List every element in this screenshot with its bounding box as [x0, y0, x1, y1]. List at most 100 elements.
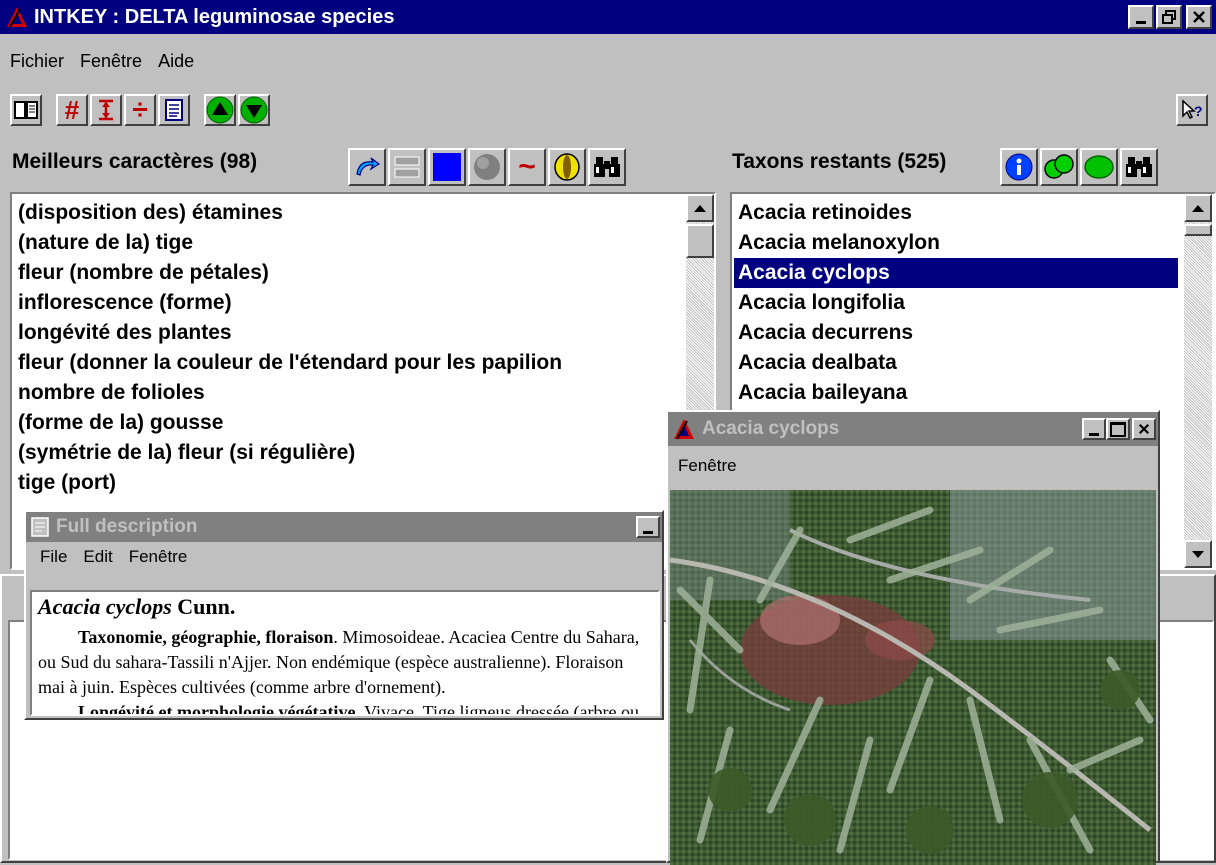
character-item[interactable]: longévité des plantes [14, 318, 684, 348]
description-menubar: File Edit Fenêtre [26, 542, 662, 572]
equals-button[interactable] [388, 148, 426, 186]
description-paragraph: Taxonomie, géographie, floraison. Mimoso… [38, 625, 652, 700]
menu-fenetre[interactable]: Fenêtre [678, 456, 737, 476]
menu-file[interactable]: File [40, 547, 67, 567]
character-item[interactable]: (disposition des) étamines [14, 198, 684, 228]
menu-fenetre[interactable]: Fenêtre [80, 51, 142, 72]
image-close-button[interactable] [1132, 418, 1156, 440]
square-button[interactable] [428, 148, 466, 186]
ellipse-button[interactable] [548, 148, 586, 186]
delta-logo-icon [674, 419, 694, 440]
document-button[interactable] [158, 94, 190, 126]
main-menubar: Fichier Fenêtre Aide [10, 48, 210, 74]
close-icon [1138, 423, 1150, 435]
menu-aide[interactable]: Aide [158, 51, 194, 72]
help-pointer-icon: ? [1182, 99, 1203, 120]
image-window: Acacia cyclops Fenêtre [666, 410, 1160, 865]
paragraph-label: Longévité et morphologie végétative [78, 702, 356, 716]
scroll-up-button[interactable] [686, 194, 714, 222]
maximize-icon [1110, 421, 1126, 437]
scroll-thumb[interactable] [686, 224, 714, 258]
tilde-icon: ~ [518, 150, 536, 183]
image-minimize-button[interactable] [1082, 418, 1106, 440]
description-titlebar: Full description [26, 512, 662, 542]
hash-button[interactable]: # [56, 94, 88, 126]
scroll-thumb[interactable] [1184, 224, 1212, 236]
up-button[interactable] [204, 94, 236, 126]
close-icon [1193, 11, 1205, 23]
character-item[interactable]: inflorescence (forme) [14, 288, 684, 318]
book-button[interactable] [10, 94, 42, 126]
taxon-item[interactable]: Acacia melanoxylon [734, 228, 1184, 258]
image-titlebar: Acacia cyclops [668, 412, 1158, 446]
character-item[interactable]: (forme de la) gousse [14, 408, 684, 438]
full-description-window: Full description File Edit Fenêtre Acaci… [24, 510, 664, 720]
paragraph-label: Taxonomie, géographie, floraison [78, 627, 334, 647]
delta-logo-icon [7, 7, 27, 28]
left-panel-header: Meilleurs caractères (98) ~ [10, 144, 722, 190]
hash-icon: # [64, 94, 80, 125]
document-icon [165, 99, 183, 121]
image-maximize-button[interactable] [1106, 418, 1130, 440]
minimize-icon [1089, 432, 1099, 436]
taxon-item[interactable]: Acacia longifolia [734, 288, 1184, 318]
description-title: Full description [56, 516, 198, 537]
find-taxon-button[interactable] [1120, 148, 1158, 186]
restore-button[interactable] [1156, 5, 1182, 29]
menu-fenetre[interactable]: Fenêtre [129, 547, 188, 567]
undo-button[interactable] [348, 148, 386, 186]
taxon-item-selected[interactable]: Acacia cyclops [734, 258, 1178, 288]
menu-edit[interactable]: Edit [83, 547, 112, 567]
character-item[interactable]: (symétrie de la) fleur (si régulière) [14, 438, 684, 468]
right-panel-header: Taxons restants (525) [728, 144, 1216, 190]
range-button[interactable] [90, 94, 122, 126]
character-item[interactable]: (nature de la) tige [14, 228, 684, 258]
taxon-author: Cunn. [177, 594, 236, 619]
character-item[interactable]: fleur (nombre de pétales) [14, 258, 684, 288]
down-button[interactable] [238, 94, 270, 126]
taxon-item[interactable]: Acacia retinoides [734, 198, 1184, 228]
remaining-taxa-title: Taxons restants (525) [732, 150, 947, 173]
tilde-button[interactable]: ~ [508, 148, 546, 186]
svg-text:?: ? [1194, 103, 1203, 119]
document-window-icon [31, 517, 49, 537]
scroll-up-button[interactable] [1184, 194, 1212, 222]
description-minimize-button[interactable] [636, 516, 660, 538]
minimize-icon [1136, 20, 1146, 24]
binoculars-icon [594, 157, 620, 177]
close-button[interactable] [1186, 5, 1212, 29]
scroll-up-icon [1192, 204, 1204, 212]
character-item[interactable]: fleur (donner la couleur de l'étendard p… [14, 348, 684, 378]
find-character-button[interactable] [588, 148, 626, 186]
scroll-down-button[interactable] [1184, 540, 1212, 568]
window-title: INTKEY : DELTA leguminosae species [34, 5, 395, 28]
description-body: Acacia cyclops Cunn. Taxonomie, géograph… [30, 590, 660, 716]
taxon-item[interactable]: Acacia decurrens [734, 318, 1184, 348]
right-list-scrollbar[interactable] [1184, 194, 1212, 568]
divide-icon: ÷ [132, 94, 148, 125]
divide-button[interactable]: ÷ [124, 94, 156, 126]
info-icon [1005, 153, 1033, 181]
minimize-icon [643, 530, 653, 534]
acacia-plant-image [670, 490, 1156, 865]
blue-square-icon [433, 153, 461, 181]
minimize-button[interactable] [1128, 5, 1154, 29]
circle-button[interactable] [468, 148, 506, 186]
similarities-button[interactable] [1080, 148, 1118, 186]
lower-left-label [10, 590, 16, 614]
info-button[interactable] [1000, 148, 1038, 186]
scroll-up-icon [694, 204, 706, 212]
differences-button[interactable] [1040, 148, 1078, 186]
context-help-button[interactable]: ? [1176, 94, 1208, 126]
gray-circle-icon [474, 154, 500, 180]
undo-arrow-icon [356, 157, 381, 176]
character-item[interactable]: tige (port) [14, 468, 684, 498]
description-paragraph: Longévité et morphologie végétative. Viv… [38, 700, 652, 716]
image-title: Acacia cyclops [702, 418, 840, 439]
character-item[interactable]: nombre de folioles [14, 378, 684, 408]
menu-fichier[interactable]: Fichier [10, 51, 64, 72]
taxon-item[interactable]: Acacia baileyana [734, 378, 1184, 408]
overlapping-circles-icon [1044, 154, 1074, 179]
taxon-item[interactable]: Acacia dealbata [734, 348, 1184, 378]
main-titlebar: INTKEY : DELTA leguminosae species [0, 0, 1216, 34]
